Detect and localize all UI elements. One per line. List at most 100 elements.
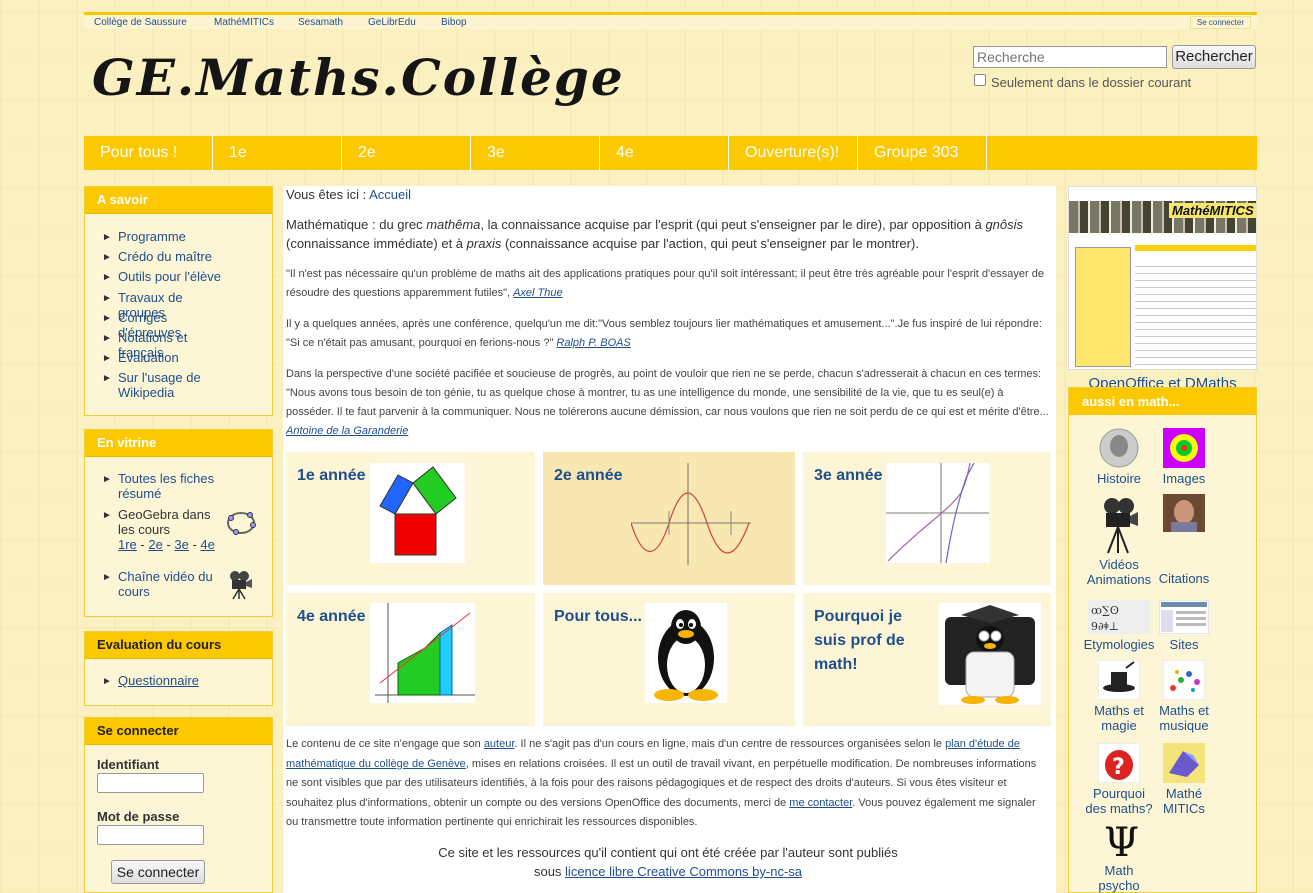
- tile-1e-annee[interactable]: 1e année: [286, 452, 535, 585]
- banner-nav: [1135, 245, 1256, 251]
- geogebra-icon[interactable]: [226, 508, 256, 538]
- search-button[interactable]: Rechercher: [1172, 45, 1256, 69]
- geogebra-link-1re[interactable]: 1re: [118, 537, 137, 552]
- licence-line1: Ce site et les ressources qu'il contient…: [438, 845, 898, 860]
- nav-tab-2e[interactable]: 2e: [342, 136, 471, 170]
- glyphs-icon: ꝏ∑ʘ 9∂ǂ⊥: [1088, 600, 1150, 634]
- tux-penguin-image: [645, 603, 727, 703]
- breadcrumb-home-link[interactable]: Accueil: [369, 187, 411, 202]
- login-button[interactable]: Se connecter: [111, 860, 205, 884]
- tile-2e-annee[interactable]: 2e année: [543, 452, 795, 585]
- nav-tab-pour-tous[interactable]: Pour tous !: [84, 136, 213, 170]
- intro-g: (connaissance acquise par l'action, qui …: [501, 236, 919, 251]
- link-sites[interactable]: Sites: [1148, 600, 1220, 652]
- nav-tab-ouvertures[interactable]: Ouverture(s)!: [729, 136, 858, 170]
- images-label: Images: [1162, 471, 1206, 486]
- portlet-vitrine-title: En vitrine: [85, 430, 272, 457]
- quote-boas-author-link[interactable]: Ralph P. BOAS: [556, 337, 630, 349]
- legal-a: Le contenu de ce site n'engage que son: [286, 738, 484, 750]
- tile-pour-tous[interactable]: Pour tous...: [543, 593, 795, 726]
- arrow-icon: ►: [102, 572, 112, 583]
- question-head-icon: ?: [1098, 743, 1140, 783]
- link-videos[interactable]: Vidéos Animations: [1083, 496, 1155, 587]
- link-histoire[interactable]: Histoire: [1083, 428, 1155, 486]
- link-images[interactable]: Images: [1148, 428, 1220, 486]
- portlet-evaluation-title: Evaluation du cours: [85, 632, 272, 659]
- maths-magie-label: Maths et magie: [1094, 703, 1144, 733]
- site-logo[interactable]: GE.Maths.Collège: [92, 50, 652, 106]
- top-login-link[interactable]: Se connecter: [1189, 16, 1251, 29]
- tile-4e-annee[interactable]: 4e année: [286, 593, 535, 726]
- film-camera-icon[interactable]: [227, 570, 253, 600]
- arrow-icon: ►: [102, 313, 112, 324]
- nav-tab-4e[interactable]: 4e: [600, 136, 729, 170]
- contact-link[interactable]: me contacter: [789, 797, 852, 809]
- search-input[interactable]: [973, 46, 1167, 68]
- psi-symbol-icon: Ψ: [1104, 820, 1139, 860]
- current-folder-checkbox[interactable]: [974, 74, 986, 86]
- licence-notice: Ce site et les ressources qu'il contient…: [286, 843, 1050, 881]
- sites-label: Sites: [1169, 637, 1199, 652]
- quote-garanderie-text: Dans la perspective d'une société pacifi…: [286, 368, 1049, 418]
- quote-thue-author-link[interactable]: Axel Thue: [513, 287, 563, 299]
- link-maths-musique[interactable]: Maths et musique: [1148, 660, 1220, 733]
- music-notes-icon: [1163, 660, 1205, 700]
- portlet-evaluation: Evaluation du cours: [84, 631, 273, 706]
- svg-text:Ψ: Ψ: [1104, 820, 1139, 860]
- nav-tab-groupe-303[interactable]: Groupe 303: [858, 136, 987, 170]
- arrow-icon: ►: [102, 232, 112, 243]
- tile-3e-title: 3e année: [814, 467, 883, 484]
- mathemitics-label: Mathé MITICs: [1163, 786, 1205, 816]
- legal-b: . Il ne s'agit pas d'un cours en ligne, …: [514, 738, 946, 750]
- arrow-icon: ►: [102, 474, 112, 485]
- svg-text:ꝏ∑ʘ: ꝏ∑ʘ: [1091, 604, 1119, 617]
- link-pourquoi-maths[interactable]: ? Pourquoi des maths?: [1083, 743, 1155, 816]
- citations-label: Citations: [1158, 571, 1210, 586]
- portlet-a-savoir-title: A savoir: [85, 187, 272, 214]
- sine-graph-image: [631, 463, 751, 565]
- professor-penguin-image: [939, 603, 1041, 705]
- licence-link[interactable]: licence libre Creative Commons by-nc-sa: [565, 864, 802, 879]
- geogebra-link-3e[interactable]: 3e: [174, 537, 188, 552]
- top-links-bar: Collège de Saussure MathéMITICs Sesamath…: [84, 12, 1257, 29]
- quote-garanderie-author-link[interactable]: Antoine de la Garanderie: [286, 425, 408, 437]
- link-math-psycho[interactable]: Ψ Math psycho: [1083, 820, 1155, 893]
- banner-title: MathéMITICS: [1169, 203, 1256, 218]
- portrait-icon: [1099, 428, 1139, 468]
- top-link-sesamath[interactable]: Sesamath: [298, 17, 343, 28]
- quote-boas-text: Il y a quelques années, après une confér…: [286, 318, 1042, 349]
- identifiant-field[interactable]: [97, 773, 204, 793]
- tile-pour-tous-title: Pour tous...: [554, 608, 642, 625]
- top-link-bibop[interactable]: Bibop: [441, 17, 467, 28]
- tile-pourquoi-prof[interactable]: Pourquoi je suis prof de math!: [803, 593, 1051, 726]
- quote-thue-text: "Il n'est pas nécessaire qu'un problème …: [286, 268, 1044, 299]
- quote-boas: Il y a quelques années, après une confér…: [286, 315, 1050, 353]
- website-screenshot-icon: [1159, 600, 1209, 634]
- licence-pre: sous: [533, 864, 566, 879]
- password-field[interactable]: [97, 825, 204, 845]
- banner-sidebar: [1075, 247, 1131, 367]
- geogebra-link-2e[interactable]: 2e: [148, 537, 162, 552]
- author-link[interactable]: auteur: [484, 738, 515, 750]
- top-link-saussure[interactable]: Collège de Saussure: [94, 17, 187, 28]
- integral-graph-image: [370, 603, 475, 703]
- password-label: Mot de passe: [97, 809, 180, 824]
- nav-tab-3e[interactable]: 3e: [471, 136, 600, 170]
- top-link-gelibredu[interactable]: GeLibrEdu: [368, 17, 416, 28]
- nav-tab-1e[interactable]: 1e: [213, 136, 342, 170]
- link-citations[interactable]: Citations: [1148, 494, 1220, 586]
- breadcrumb-prefix: Vous êtes ici :: [286, 187, 367, 202]
- pythagoras-image: [370, 463, 465, 563]
- portlet-aussi-title: aussi en math...: [1069, 388, 1256, 415]
- tile-3e-annee[interactable]: 3e année: [803, 452, 1051, 585]
- link-mathemitics[interactable]: Mathé MITICs: [1148, 743, 1220, 816]
- identifiant-label: Identifiant: [97, 757, 160, 772]
- arrow-icon: ►: [102, 353, 112, 364]
- geogebra-link-4e[interactable]: 4e: [200, 537, 214, 552]
- histoire-label: Histoire: [1096, 471, 1142, 486]
- top-link-mathemitics[interactable]: MathéMITICs: [214, 17, 274, 28]
- mathemitics-banner-image[interactable]: MathéMITICS: [1068, 186, 1257, 370]
- function-graph-image: [886, 463, 989, 563]
- link-etymologies[interactable]: ꝏ∑ʘ 9∂ǂ⊥ Etymologies: [1083, 600, 1155, 652]
- link-maths-magie[interactable]: Maths et magie: [1083, 660, 1155, 733]
